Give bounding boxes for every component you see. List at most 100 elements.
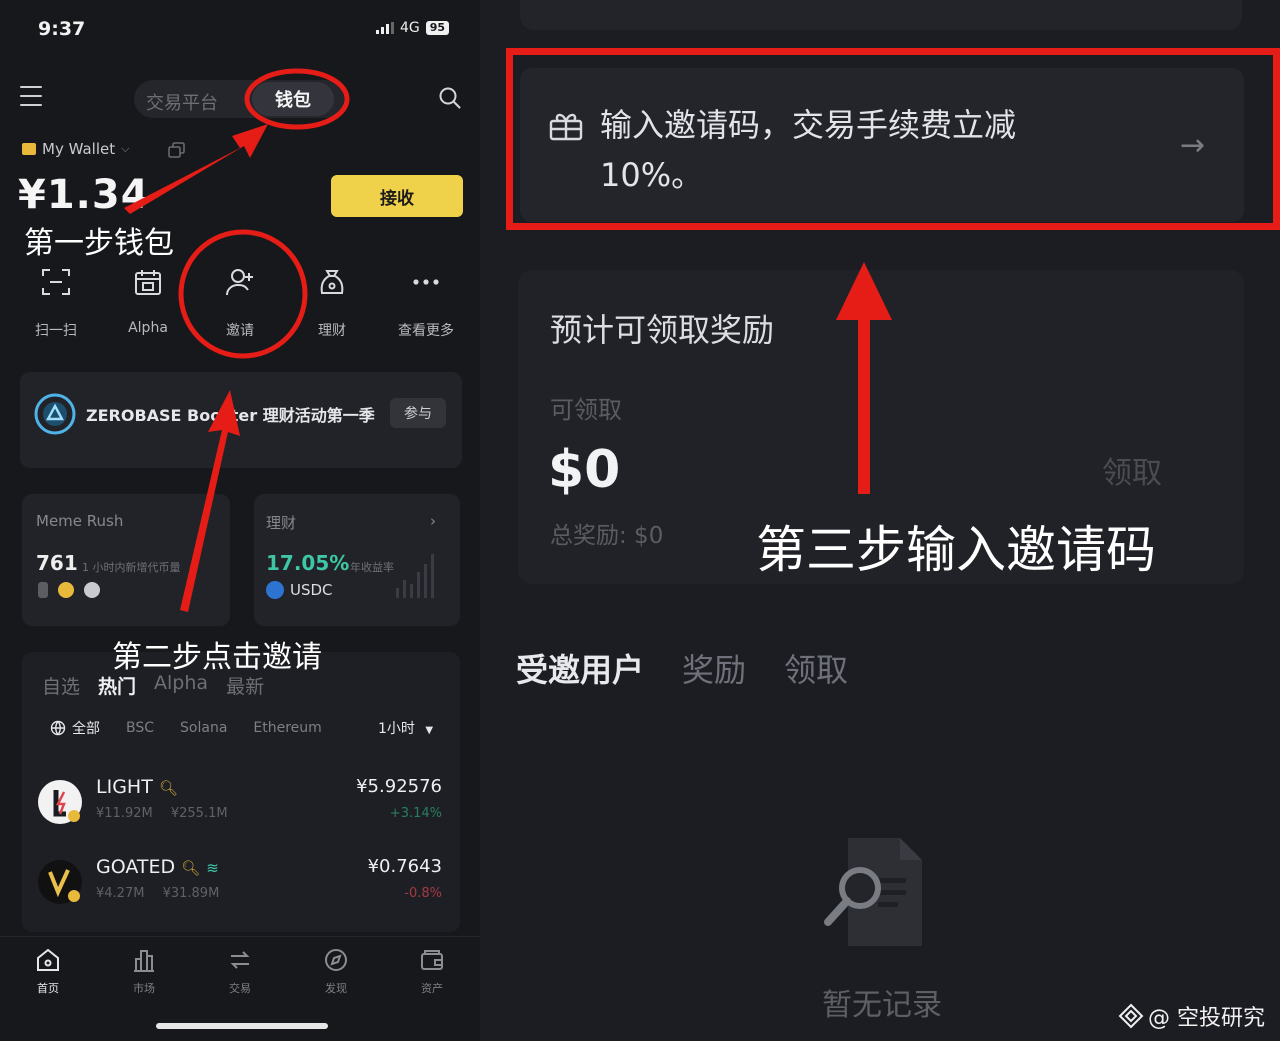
nav-label: 市场 (133, 982, 155, 995)
timeframe-value: 1小时 (378, 721, 415, 737)
empty-state-text: 暂无记录 (822, 988, 942, 1023)
invite-code-highlight-box (506, 48, 1280, 230)
quick-action-scan[interactable]: 扫一扫 (18, 262, 94, 340)
globe-icon (50, 720, 66, 736)
home-icon (18, 944, 78, 976)
diamond-logo-icon (1118, 1003, 1144, 1029)
receive-button[interactable]: 接收 (331, 175, 463, 217)
token-name: LIGHT 🔍︎ (96, 776, 178, 798)
chain-all[interactable]: 全部 (50, 718, 100, 738)
tab-exchange[interactable]: 交易平台 (146, 89, 218, 115)
token-icon (58, 582, 74, 598)
light-token-icon (38, 780, 82, 824)
chain-bsc[interactable]: BSC (126, 720, 154, 736)
watermark: @ 空投研究 (1118, 1000, 1265, 1032)
money-bag-icon (294, 262, 370, 302)
add-user-icon (202, 262, 278, 302)
quick-action-more[interactable]: 查看更多 (388, 262, 464, 340)
flag-icon: ≋ (206, 859, 219, 877)
nav-discover[interactable]: 发现 (306, 944, 366, 996)
tab-favorites[interactable]: 自选 (42, 672, 80, 699)
scan-icon (18, 262, 94, 302)
zerobase-logo-icon (34, 393, 76, 435)
nav-assets[interactable]: 资产 (402, 944, 462, 996)
earn-coin: USDC (266, 581, 333, 599)
tab-claim[interactable]: 领取 (784, 645, 848, 691)
earn-bars-decoration (396, 548, 434, 598)
menu-icon[interactable] (20, 86, 42, 106)
caret-down-icon: ▼ (425, 725, 434, 736)
copy-icon[interactable] (168, 142, 186, 158)
quick-action-alpha[interactable]: Alpha (110, 262, 186, 336)
earn-apy: 17.05% (266, 551, 350, 575)
meme-rush-count: 761 (36, 551, 78, 575)
chevron-right-icon: › (430, 512, 436, 530)
token-icon (38, 582, 48, 598)
battery-icon: 95 (425, 21, 450, 35)
tab-rewards[interactable]: 奖励 (682, 645, 746, 691)
nav-label: 资产 (421, 982, 443, 995)
nav-label: 交易 (229, 982, 251, 995)
promo-title: ZEROBASE Booster 理财活动第一季 (86, 406, 375, 425)
timeframe-select[interactable]: 1小时 ▼ (378, 718, 433, 738)
token-stats: ¥11.92M ¥255.1M (96, 806, 228, 821)
quick-action-label: 扫一扫 (35, 323, 77, 339)
token-price: ¥5.92576 (356, 776, 442, 797)
market-icon (114, 944, 174, 976)
token-icon (84, 582, 100, 598)
token-name: GOATED 🔍︎ ≋ (96, 856, 219, 878)
watermark-text: @ 空投研究 (1148, 1006, 1265, 1031)
nav-market[interactable]: 市场 (114, 944, 174, 996)
earn-apy-label: 年收益率 (350, 561, 394, 574)
earn-title: 理财 (266, 514, 297, 532)
invite-tabs: 受邀用户 奖励 领取 (516, 645, 848, 691)
nav-trade[interactable]: 交易 (210, 944, 270, 996)
chain-solana[interactable]: Solana (180, 720, 227, 736)
goated-token-icon (38, 860, 82, 904)
earn-coin-name: USDC (290, 581, 333, 599)
step3-annotation: 第三步输入邀请码 (756, 521, 1156, 579)
search-icon[interactable] (438, 86, 462, 110)
nav-label: 首页 (37, 982, 59, 995)
signal-icon (376, 22, 394, 34)
step1-annotation: 第一步钱包 (24, 226, 174, 261)
home-indicator (156, 1023, 328, 1029)
table-row[interactable]: GOATED 🔍︎ ≋ ¥4.27M ¥31.89M ¥0.7643 -0.8% (38, 856, 442, 916)
badge-icon: 🔍︎ (181, 859, 201, 877)
join-button[interactable]: 参与 (390, 398, 446, 428)
tab-invited-users[interactable]: 受邀用户 (516, 645, 644, 691)
meme-rush-subtitle: 1 小时内新增代币量 (82, 561, 181, 574)
tab-newest[interactable]: 最新 (226, 672, 264, 699)
nav-home[interactable]: 首页 (18, 944, 78, 996)
usdc-icon (266, 581, 284, 599)
nav-label: 发现 (325, 982, 347, 995)
token-change: +3.14% (389, 806, 442, 821)
more-icon (388, 262, 464, 302)
top-card-edge (520, 0, 1242, 30)
step2-annotation: 第二步点击邀请 (112, 640, 322, 675)
tab-wallet[interactable]: 钱包 (252, 82, 334, 116)
network-type: 4G (400, 20, 420, 36)
alpha-icon (110, 262, 186, 302)
wallet-name: My Wallet (42, 140, 116, 158)
status-bar-right: 4G 95 (376, 20, 450, 36)
wallet-chip-icon (22, 143, 36, 155)
quick-action-earn[interactable]: 理财 (294, 262, 370, 340)
quick-action-label: 邀请 (226, 323, 254, 339)
wallet-selector[interactable]: My Wallet ⌵ (22, 140, 129, 158)
claim-button[interactable]: 领取 (1102, 448, 1162, 492)
tab-hot[interactable]: 热门 (98, 672, 136, 699)
meme-rush-title: Meme Rush (36, 512, 124, 530)
chain-ethereum[interactable]: Ethereum (253, 720, 321, 736)
compass-icon (306, 944, 366, 976)
table-row[interactable]: LIGHT 🔍︎ ¥11.92M ¥255.1M ¥5.92576 +3.14% (38, 776, 442, 836)
total-reward: 总奖励: $0 (550, 523, 664, 549)
wallet-balance: ¥1.34 (18, 172, 150, 218)
quick-action-invite[interactable]: 邀请 (202, 262, 278, 340)
chevron-down-icon: ⌵ (121, 142, 130, 155)
tab-alpha[interactable]: Alpha (154, 672, 208, 699)
chain-filter: 全部 BSC Solana Ethereum (50, 718, 322, 738)
claimable-amount: $0 (548, 440, 621, 500)
quick-action-label: Alpha (128, 320, 168, 336)
reward-title: 预计可领取奖励 (550, 311, 775, 349)
